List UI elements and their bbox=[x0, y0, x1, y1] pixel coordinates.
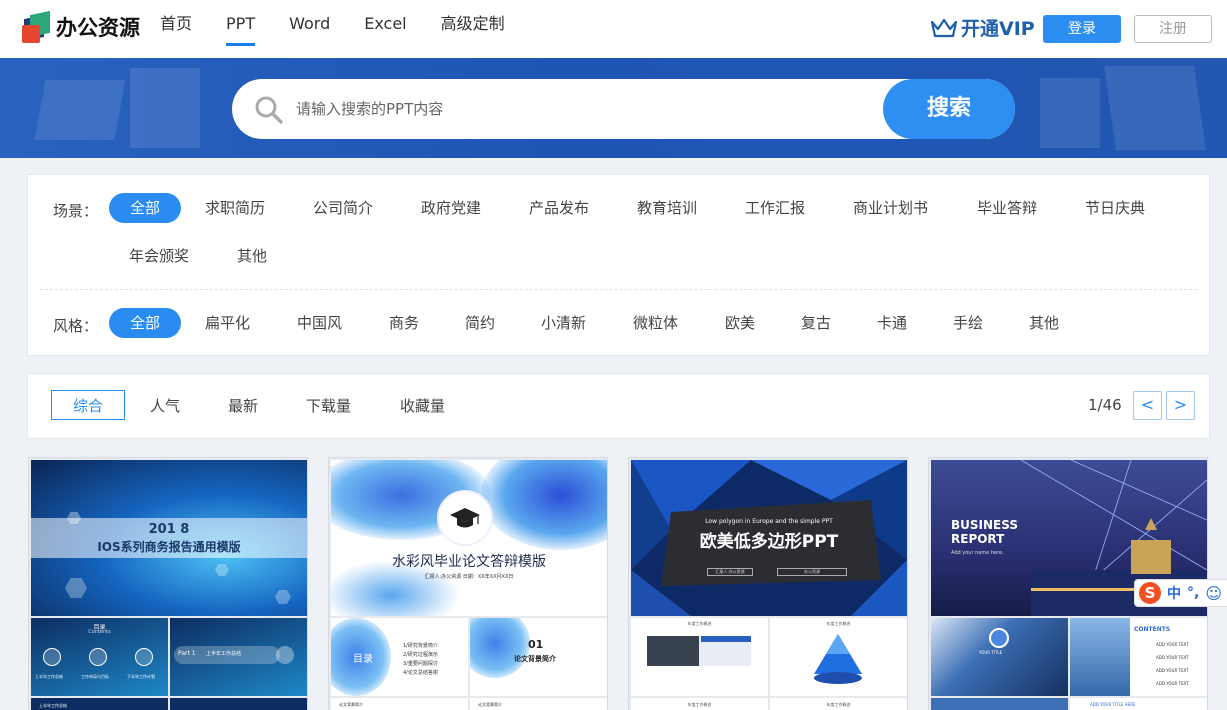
scene-chip-annual[interactable]: 年会颁奖 bbox=[129, 241, 189, 271]
card-1-sub-thumb-3: 上半年工作总结 bbox=[31, 698, 168, 710]
style-chip-all[interactable]: 全部 bbox=[109, 308, 181, 338]
card-1-sub-thumb-1: 目录 Contents 上半年工作总结 工作布局与目标 下半年工作计划 bbox=[31, 618, 168, 696]
template-card-2[interactable]: 水彩风毕业论文答辩模版 汇报人:办公资源 日期：XX年XX月XX日 目录 1/研… bbox=[328, 457, 608, 710]
card-2-thumbnail: 水彩风毕业论文答辩模版 汇报人:办公资源 日期：XX年XX月XX日 bbox=[331, 460, 607, 616]
scene-chip-festival[interactable]: 节日庆典 bbox=[1085, 193, 1145, 223]
card-4-sub-thumb-2: CONTENTS ADD YOUR TEXT ADD YOUR TEXT ADD… bbox=[1070, 618, 1207, 696]
card-2-sub-thumb-4: 论文背景简介 bbox=[470, 698, 607, 710]
sort-downloads[interactable]: 下载量 bbox=[306, 391, 351, 421]
ime-toolbar[interactable]: S 中 °, ☺ bbox=[1134, 579, 1227, 607]
card-4-sub-thumb-1: YOUR TITLE bbox=[931, 618, 1068, 696]
scene-chip-business-plan[interactable]: 商业计划书 bbox=[853, 193, 928, 223]
card-1-title: IOS系列商务报告通用模版 bbox=[97, 540, 241, 554]
pyramid-icon bbox=[814, 634, 862, 684]
sort-favorites[interactable]: 收藏量 bbox=[400, 391, 445, 421]
vip-link[interactable]: 开通VIP bbox=[930, 14, 1035, 41]
next-page-button[interactable]: > bbox=[1166, 391, 1195, 420]
scene-chip-product[interactable]: 产品发布 bbox=[529, 193, 589, 223]
card-4-sub-thumb-3 bbox=[931, 698, 1068, 710]
smiley-icon[interactable]: ☺ bbox=[1205, 584, 1222, 603]
logo-text: 办公资源 bbox=[56, 16, 140, 40]
template-card-1[interactable]: 201 8 IOS系列商务报告通用模版 目录 Contents 上半年工作总结 … bbox=[28, 457, 308, 710]
card-3-sub-thumb-4: 年度工作概述 bbox=[770, 698, 907, 710]
card-3-sub-thumb-2: 年度工作概述 bbox=[770, 618, 907, 696]
nav-item-excel[interactable]: Excel bbox=[364, 0, 406, 58]
scene-chip-graduation[interactable]: 毕业答辩 bbox=[977, 193, 1037, 223]
site-logo[interactable]: 办公资源 bbox=[22, 9, 140, 45]
scene-chip-resume[interactable]: 求职简历 bbox=[205, 193, 265, 223]
scene-chip-education[interactable]: 教育培训 bbox=[637, 193, 697, 223]
card-3-thumbnail: Low polygon in Europe and the simple PPT… bbox=[631, 460, 907, 616]
sort-newest[interactable]: 最新 bbox=[228, 391, 258, 421]
scene-chip-report[interactable]: 工作汇报 bbox=[745, 193, 805, 223]
card-2-title: 水彩风毕业论文答辩模版 bbox=[392, 554, 546, 570]
page-indicator: 1/46 bbox=[1088, 396, 1122, 414]
top-bar: 办公资源 首页 PPT Word Excel 高级定制 开通VIP 登录 注册 bbox=[0, 0, 1227, 58]
nav-item-word[interactable]: Word bbox=[289, 0, 330, 58]
ime-punctuation-icon[interactable]: °, bbox=[1187, 585, 1199, 601]
logo-icon bbox=[22, 10, 52, 43]
card-2-sub-thumb-3: 论文背景简介 bbox=[331, 698, 468, 710]
card-2-sub-thumb-2: 01 论文背景简介 bbox=[470, 618, 607, 696]
style-chip-microparticle[interactable]: 微粒体 bbox=[633, 308, 678, 338]
sort-popularity[interactable]: 人气 bbox=[150, 391, 180, 421]
crown-icon bbox=[930, 18, 958, 37]
style-chip-western[interactable]: 欧美 bbox=[725, 308, 755, 338]
nav-item-custom[interactable]: 高级定制 bbox=[441, 0, 505, 58]
card-3-sub-thumb-1: 年度工作概述 bbox=[631, 618, 768, 696]
register-button[interactable]: 注册 bbox=[1134, 15, 1212, 43]
ime-mode-label[interactable]: 中 bbox=[1167, 583, 1181, 603]
style-chip-other[interactable]: 其他 bbox=[1029, 308, 1059, 338]
scene-chip-government[interactable]: 政府党建 bbox=[421, 193, 481, 223]
card-2-sub-thumb-1: 目录 1/研究背景简介 2/研究过程演示 3/重要问题探讨 4/论文总结答谢 bbox=[331, 618, 468, 696]
card-4-sub-thumb-4: ADD YOUR TITLE HERE bbox=[1070, 698, 1207, 710]
style-label: 风格： bbox=[53, 317, 99, 335]
style-chip-cartoon[interactable]: 卡通 bbox=[877, 308, 907, 338]
card-4-title-line2: REPORT bbox=[951, 532, 1005, 546]
style-chip-fresh[interactable]: 小清新 bbox=[541, 308, 586, 338]
main-nav: 首页 PPT Word Excel 高级定制 bbox=[160, 0, 539, 58]
style-chip-business[interactable]: 商务 bbox=[389, 308, 419, 338]
scene-chip-other[interactable]: 其他 bbox=[237, 241, 267, 271]
scene-chip-company[interactable]: 公司简介 bbox=[313, 193, 373, 223]
sort-bar bbox=[27, 373, 1210, 439]
style-chip-simple[interactable]: 简约 bbox=[465, 308, 495, 338]
card-1-sub-thumb-2: Part 1 上半年工作总结 bbox=[170, 618, 307, 696]
scene-label: 场景： bbox=[53, 202, 99, 220]
style-chip-retro[interactable]: 复古 bbox=[801, 308, 831, 338]
sogou-logo-icon: S bbox=[1139, 582, 1161, 604]
card-3-title: 欧美低多边形PPT bbox=[699, 532, 839, 552]
nav-item-home[interactable]: 首页 bbox=[160, 0, 192, 58]
search-input[interactable] bbox=[296, 95, 856, 123]
login-button[interactable]: 登录 bbox=[1043, 15, 1121, 43]
search-button[interactable]: 搜索 bbox=[883, 79, 1015, 139]
style-chip-chinese[interactable]: 中国风 bbox=[297, 308, 342, 338]
card-4-title-line1: BUSINESS bbox=[951, 518, 1018, 532]
card-1-sub-thumb-4 bbox=[170, 698, 307, 710]
graduation-cap-icon bbox=[450, 508, 480, 528]
template-card-3[interactable]: Low polygon in Europe and the simple PPT… bbox=[628, 457, 908, 710]
style-chip-handdrawn[interactable]: 手绘 bbox=[953, 308, 983, 338]
filter-divider bbox=[40, 289, 1197, 290]
card-1-title-year: 201 8 bbox=[148, 522, 190, 537]
prev-page-button[interactable]: < bbox=[1133, 391, 1162, 420]
search-icon bbox=[255, 96, 283, 124]
card-1-thumbnail: 201 8 IOS系列商务报告通用模版 bbox=[31, 460, 307, 616]
scene-chip-all[interactable]: 全部 bbox=[109, 193, 181, 223]
nav-item-ppt[interactable]: PPT bbox=[226, 0, 256, 58]
sort-comprehensive[interactable]: 综合 bbox=[51, 390, 125, 420]
style-chip-flat[interactable]: 扁平化 bbox=[205, 308, 250, 338]
card-3-sub-thumb-3: 年度工作概述 bbox=[631, 698, 768, 710]
vip-label: 开通VIP bbox=[961, 18, 1035, 40]
